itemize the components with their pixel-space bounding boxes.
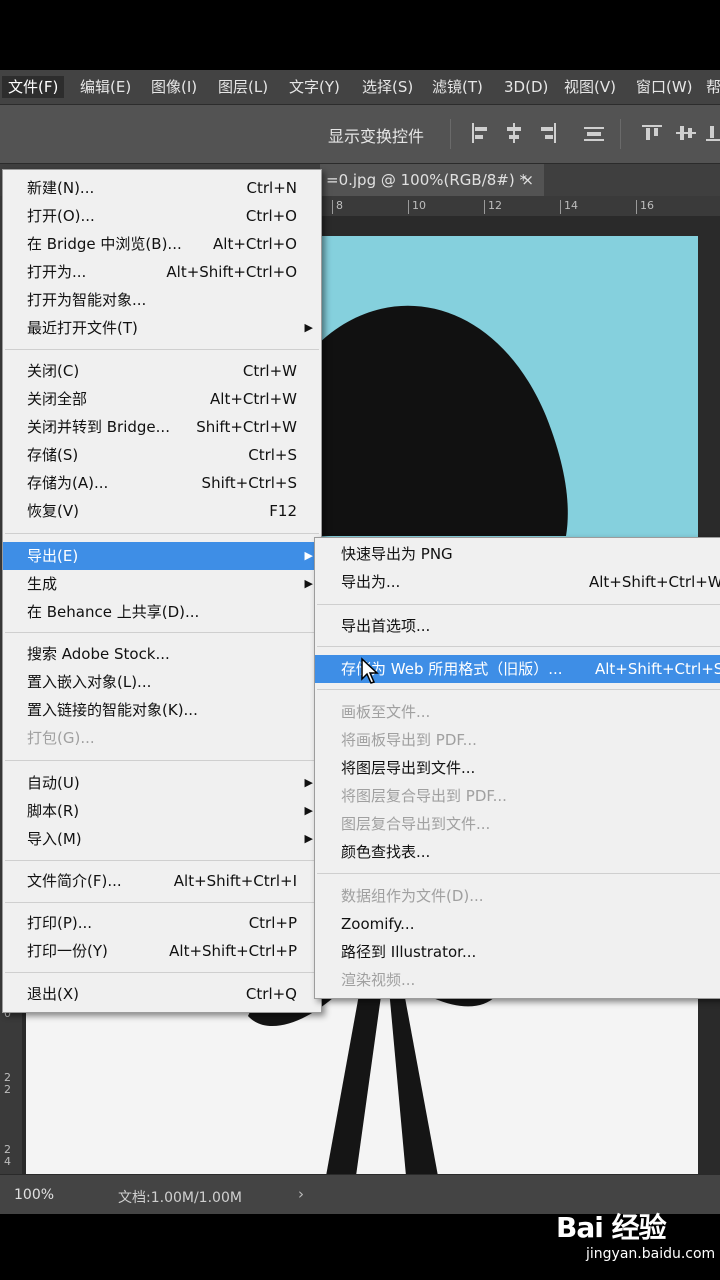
menu-item-print[interactable]: 打印(P)... Ctrl+P xyxy=(3,909,321,937)
menu-item-open[interactable]: 打开(O)... Ctrl+O xyxy=(3,202,321,230)
menu-item-close[interactable]: 关闭(C) Ctrl+W xyxy=(3,357,321,385)
submenu-arrow-icon: ▶ xyxy=(304,832,313,845)
options-divider xyxy=(450,119,451,149)
align-vertical-centers-icon[interactable] xyxy=(676,123,696,143)
menu-item-open-as[interactable]: 打开为... Alt+Shift+Ctrl+O xyxy=(3,258,321,286)
distribute-icon[interactable] xyxy=(584,123,604,143)
menu-separator xyxy=(5,860,319,861)
menu-item-layer-comps-to-files: 图层复合导出到文件... xyxy=(341,815,491,833)
close-icon[interactable]: × xyxy=(521,164,534,196)
ruler-tick: 12 xyxy=(484,200,502,214)
align-left-edges-icon[interactable] xyxy=(470,123,490,143)
menu-separator xyxy=(5,632,319,633)
submenu-arrow-icon: ▶ xyxy=(304,804,313,817)
menu-window[interactable]: 窗口(W) xyxy=(630,76,699,98)
align-horizontal-centers-icon[interactable] xyxy=(504,123,524,143)
options-bar: 显示变换控件 xyxy=(0,105,720,164)
menu-separator xyxy=(5,902,319,903)
menu-layer[interactable]: 图层(L) xyxy=(212,76,274,98)
menu-separator xyxy=(5,349,319,350)
baidu-jingyan-logo: Bai 经验 xyxy=(556,1211,667,1244)
menu-3d[interactable]: 3D(D) xyxy=(498,76,554,98)
menu-item-export-preferences[interactable]: 导出首选项... xyxy=(315,612,720,640)
menu-item-color-lookup-tables[interactable]: 颜色查找表... xyxy=(315,838,720,866)
menu-separator xyxy=(5,972,319,973)
menu-item-share-on-behance[interactable]: 在 Behance 上共享(D)... xyxy=(3,598,321,626)
menu-separator xyxy=(5,533,319,534)
menu-item-new[interactable]: 新建(N)... Ctrl+N xyxy=(3,174,321,202)
menu-item-zoomify[interactable]: Zoomify... xyxy=(315,910,720,938)
menu-item-close-all[interactable]: 关闭全部 Alt+Ctrl+W xyxy=(3,385,321,413)
menu-item-quick-export-png[interactable]: 快速导出为 PNG xyxy=(315,540,720,568)
photoshop-window: 文件(F) 编辑(E) 图像(I) 图层(L) 文字(Y) 选择(S) 滤镜(T… xyxy=(0,70,720,1214)
align-bottom-edges-icon[interactable] xyxy=(706,123,720,143)
menu-select[interactable]: 选择(S) xyxy=(356,76,419,98)
document-size: 文档:1.00M/1.00M xyxy=(118,1190,242,1206)
menu-file[interactable]: 文件(F) xyxy=(2,76,65,98)
menu-item-scripts[interactable]: 脚本(R) ▶ xyxy=(3,797,321,825)
menu-type[interactable]: 文字(Y) xyxy=(283,76,346,98)
menu-item-automate[interactable]: 自动(U) ▶ xyxy=(3,769,321,797)
mouse-pointer-icon xyxy=(361,657,379,684)
menu-item-layer-comps-to-pdf: 将图层复合导出到 PDF... xyxy=(341,787,507,805)
show-transform-controls-label[interactable]: 显示变换控件 xyxy=(328,123,424,147)
options-divider xyxy=(620,119,621,149)
menu-image[interactable]: 图像(I) xyxy=(145,76,203,98)
menu-item-package: 打包(G)... xyxy=(27,729,95,747)
document-tab[interactable]: =0.jpg @ 100%(RGB/8#) * × xyxy=(320,164,544,196)
menu-bar: 文件(F) 编辑(E) 图像(I) 图层(L) 文字(Y) 选择(S) 滤镜(T… xyxy=(0,70,720,105)
menu-item-search-adobe-stock[interactable]: 搜索 Adobe Stock... xyxy=(3,640,321,668)
menu-separator xyxy=(317,689,720,690)
menu-edit[interactable]: 编辑(E) xyxy=(74,76,137,98)
ruler-tick: 16 xyxy=(636,200,654,214)
menu-filter[interactable]: 滤镜(T) xyxy=(426,76,489,98)
menu-item-revert[interactable]: 恢复(V) F12 xyxy=(3,497,321,525)
menu-item-save[interactable]: 存储(S) Ctrl+S xyxy=(3,441,321,469)
menu-item-exit[interactable]: 退出(X) Ctrl+Q xyxy=(3,980,321,1008)
submenu-arrow-icon: ▶ xyxy=(304,776,313,789)
menu-separator xyxy=(5,760,319,761)
menu-item-export-as[interactable]: 导出为... Alt+Shift+Ctrl+W xyxy=(315,568,720,596)
align-top-edges-icon[interactable] xyxy=(642,123,662,143)
document-tab-title: =0.jpg @ 100%(RGB/8#) * xyxy=(326,171,527,189)
top-letterbox xyxy=(0,0,720,70)
align-right-edges-icon[interactable] xyxy=(538,123,558,143)
menu-item-artboards-to-pdf: 将画板导出到 PDF... xyxy=(341,731,477,749)
menu-help[interactable]: 帮 xyxy=(700,76,720,98)
menu-item-save-as[interactable]: 存储为(A)... Shift+Ctrl+S xyxy=(3,469,321,497)
menu-item-import[interactable]: 导入(M) ▶ xyxy=(3,825,321,853)
submenu-arrow-icon: ▶ xyxy=(304,321,313,334)
ruler-tick: 14 xyxy=(560,200,578,214)
menu-item-render-video: 渲染视频... xyxy=(341,971,416,989)
submenu-arrow-icon: ▶ xyxy=(304,577,313,590)
menu-item-close-and-go-to-bridge[interactable]: 关闭并转到 Bridge... Shift+Ctrl+W xyxy=(3,413,321,441)
export-submenu: 快速导出为 PNG 导出为... Alt+Shift+Ctrl+W 导出首选项..… xyxy=(314,537,720,999)
ruler-tick: 8 xyxy=(332,200,343,214)
file-menu: 新建(N)... Ctrl+N 打开(O)... Ctrl+O 在 Bridge 中… xyxy=(2,169,322,1013)
menu-item-file-info[interactable]: 文件简介(F)... Alt+Shift+Ctrl+I xyxy=(3,867,321,895)
menu-item-open-recent[interactable]: 最近打开文件(T) ▶ xyxy=(3,314,321,342)
ruler-tick: 2 2 xyxy=(4,1071,11,1096)
menu-item-data-sets-as-files: 数据组作为文件(D)... xyxy=(341,887,484,905)
menu-item-print-one-copy[interactable]: 打印一份(Y) Alt+Shift+Ctrl+P xyxy=(3,937,321,965)
menu-item-place-embedded[interactable]: 置入嵌入对象(L)... xyxy=(3,668,321,696)
menu-item-browse-in-bridge[interactable]: 在 Bridge 中浏览(B)... Alt+Ctrl+O xyxy=(3,230,321,258)
zoom-level[interactable]: 100% xyxy=(14,1187,54,1203)
menu-item-export[interactable]: 导出(E) ▶ xyxy=(3,542,321,570)
menu-item-place-linked[interactable]: 置入链接的智能对象(K)... xyxy=(3,696,321,724)
menu-separator xyxy=(317,646,720,647)
menu-item-paths-to-illustrator[interactable]: 路径到 Illustrator... xyxy=(315,938,720,966)
ruler-tick: 10 xyxy=(408,200,426,214)
submenu-arrow-icon: ▶ xyxy=(304,549,313,562)
menu-item-open-as-smart-object[interactable]: 打开为智能对象... xyxy=(3,286,321,314)
watermark-url: jingyan.baidu.com xyxy=(586,1246,716,1262)
menu-view[interactable]: 视图(V) xyxy=(558,76,622,98)
menu-separator xyxy=(317,873,720,874)
menu-separator xyxy=(317,604,720,605)
menu-item-layers-to-files[interactable]: 将图层导出到文件... xyxy=(315,754,720,782)
menu-item-generate[interactable]: 生成 ▶ xyxy=(3,570,321,598)
menu-item-artboards-to-files: 画板至文件... xyxy=(341,703,431,721)
chevron-right-icon[interactable]: › xyxy=(298,1185,304,1203)
ruler-tick: 2 4 xyxy=(4,1143,11,1168)
